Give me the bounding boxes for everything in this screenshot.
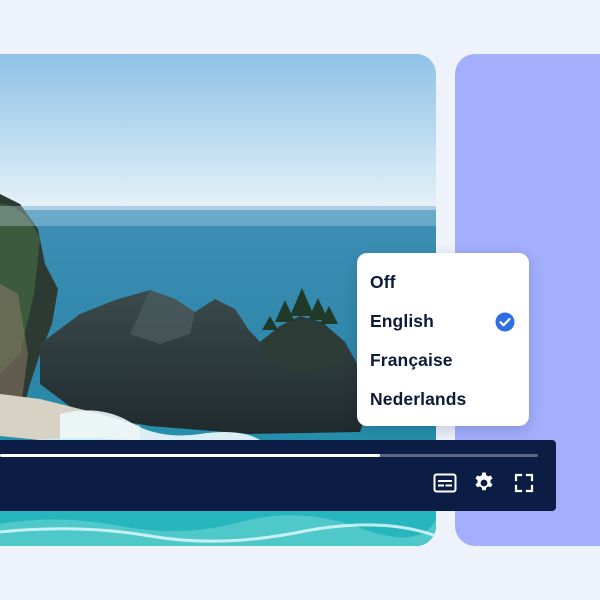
captions-option-label: Nederlands — [370, 389, 467, 409]
captions-option-label: Française — [370, 350, 453, 370]
captions-option-label: English — [370, 311, 434, 331]
captions-option-nederlands[interactable]: Nederlands — [357, 380, 529, 419]
captions-option-francaise[interactable]: Française — [357, 341, 529, 380]
progress-fill — [0, 454, 380, 457]
fullscreen-icon — [514, 473, 534, 498]
settings-button[interactable] — [470, 472, 498, 498]
captions-icon — [433, 473, 457, 498]
check-circle-icon — [495, 312, 515, 332]
fullscreen-button[interactable] — [510, 472, 538, 498]
player-control-bar — [0, 440, 556, 511]
captions-menu: Off English Française Nederlands — [357, 253, 529, 426]
captions-option-english[interactable]: English — [357, 302, 529, 341]
captions-option-label: Off — [370, 272, 396, 292]
captions-option-off[interactable]: Off — [357, 263, 529, 302]
captions-button[interactable] — [431, 472, 459, 498]
progress-bar[interactable] — [0, 454, 538, 457]
settings-gear-icon — [472, 471, 496, 500]
